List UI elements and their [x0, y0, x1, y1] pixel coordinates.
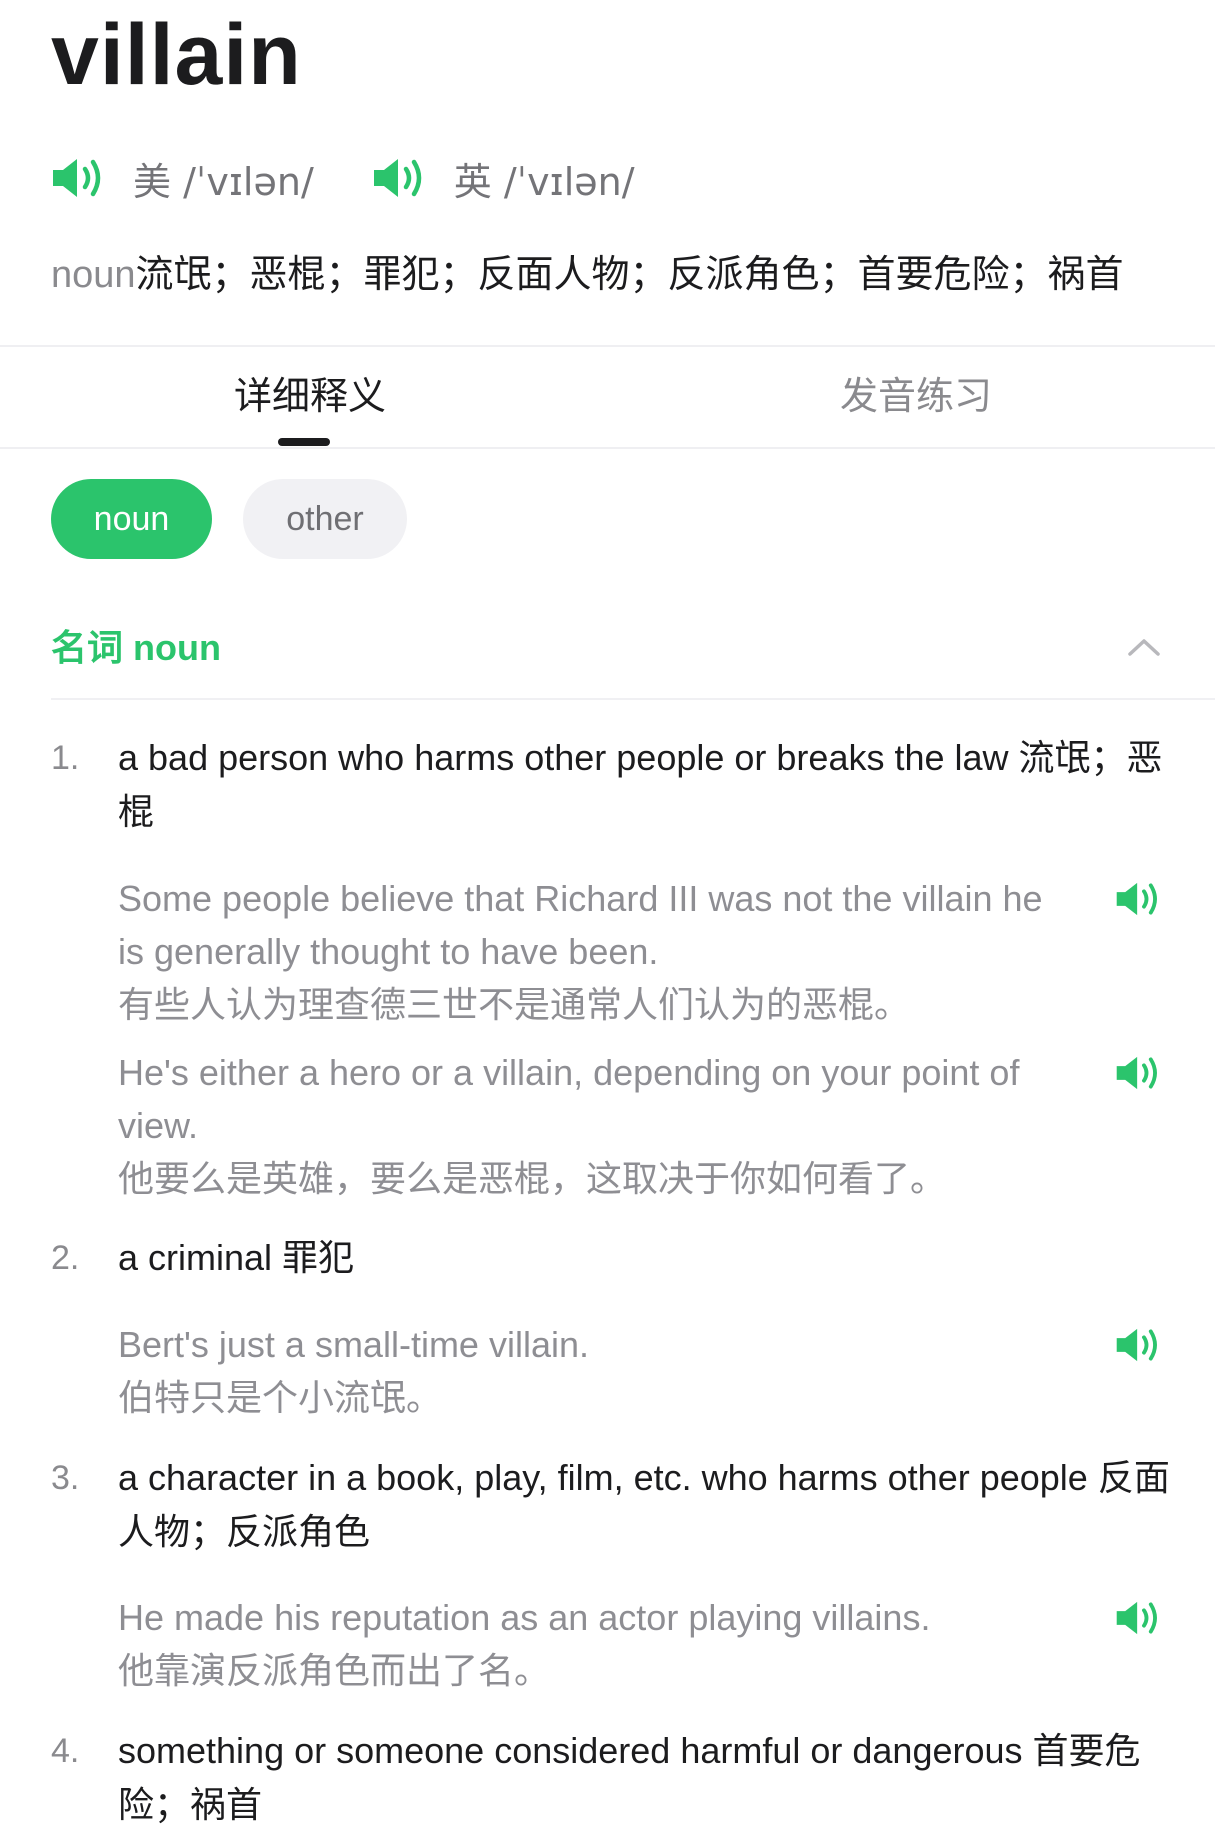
summary-pos: noun [51, 254, 136, 296]
section-title: 名词 noun [51, 627, 221, 668]
sense-definition: something or someone considered harmful … [118, 1730, 1141, 1825]
example-chinese: 有些人认为理查德三世不是通常人们认为的恶棍。 [118, 984, 911, 1025]
pos-filter: noun other [51, 479, 438, 559]
tab-pronunciation-practice[interactable]: 发音练习 [840, 372, 992, 422]
example-item: He's either a hero or a villain, dependi… [118, 1046, 1163, 1205]
divider [0, 447, 1215, 449]
section-header-noun[interactable]: 名词 noun [51, 620, 1163, 676]
example-english: Bert's just a small-time villain. [118, 1324, 589, 1365]
sense-number: 3. [51, 1459, 80, 1497]
sense-number: 2. [51, 1239, 80, 1277]
meaning-summary: noun流氓；恶棍；罪犯；反面人物；反派角色；首要危险；祸首 [51, 247, 1124, 303]
chip-noun[interactable]: noun [51, 479, 212, 559]
speaker-icon[interactable] [1115, 1054, 1161, 1092]
headword: villain [51, 7, 302, 103]
phonetic-uk-text: 英 /ˈvɪlən/ [453, 159, 635, 204]
tab-bar: 详细释义 发音练习 [0, 348, 1215, 448]
summary-meanings: 流氓；恶棍；罪犯；反面人物；反派角色；首要危险；祸首 [135, 254, 1124, 296]
example-english: He's either a hero or a villain, dependi… [118, 1052, 1020, 1146]
speaker-icon[interactable] [1115, 1599, 1161, 1637]
sense-definition: a character in a book, play, film, etc. … [118, 1457, 1170, 1552]
tab-detailed-definitions[interactable]: 详细释义 [234, 372, 386, 422]
sense-definition: a criminal 罪犯 [118, 1237, 355, 1278]
divider [51, 698, 1215, 700]
phonetics-row: 美 /ˈvɪlən/ 英 /ˈvɪlən/ [51, 150, 693, 206]
example-english: He made his reputation as an actor playi… [118, 1597, 931, 1638]
phonetic-us-text: 美 /ˈvɪlən/ [133, 159, 314, 204]
sense-number: 4. [51, 1732, 80, 1770]
speaker-icon[interactable] [1115, 880, 1161, 918]
phonetic-us[interactable]: 美 /ˈvɪlən/ [51, 151, 314, 206]
example-item: Bert's just a small-time villain. 伯特只是个小… [118, 1318, 1163, 1424]
phonetic-uk[interactable]: 英 /ˈvɪlən/ [372, 151, 635, 206]
example-item: Some people believe that Richard III was… [118, 872, 1163, 1031]
example-item: He made his reputation as an actor playi… [118, 1591, 1163, 1697]
sense-number: 1. [51, 739, 80, 777]
sense-definition: a bad person who harms other people or b… [118, 737, 1163, 832]
speaker-icon[interactable] [51, 156, 105, 200]
tab-active-indicator [278, 438, 330, 446]
example-chinese: 他靠演反派角色而出了名。 [118, 1650, 551, 1691]
chip-other[interactable]: other [243, 479, 407, 559]
word-detail-page: villain 美 /ˈvɪlən/ 英 /ˈvɪlən/ noun流氓；恶棍；… [0, 0, 1215, 1828]
speaker-icon[interactable] [372, 156, 426, 200]
chevron-up-icon[interactable] [1124, 632, 1164, 662]
divider [0, 345, 1215, 347]
example-chinese: 伯特只是个小流氓。 [118, 1377, 443, 1418]
speaker-icon[interactable] [1115, 1326, 1161, 1364]
example-english: Some people believe that Richard III was… [118, 878, 1043, 972]
example-chinese: 他要么是英雄，要么是恶棍，这取决于你如何看了。 [118, 1158, 947, 1199]
